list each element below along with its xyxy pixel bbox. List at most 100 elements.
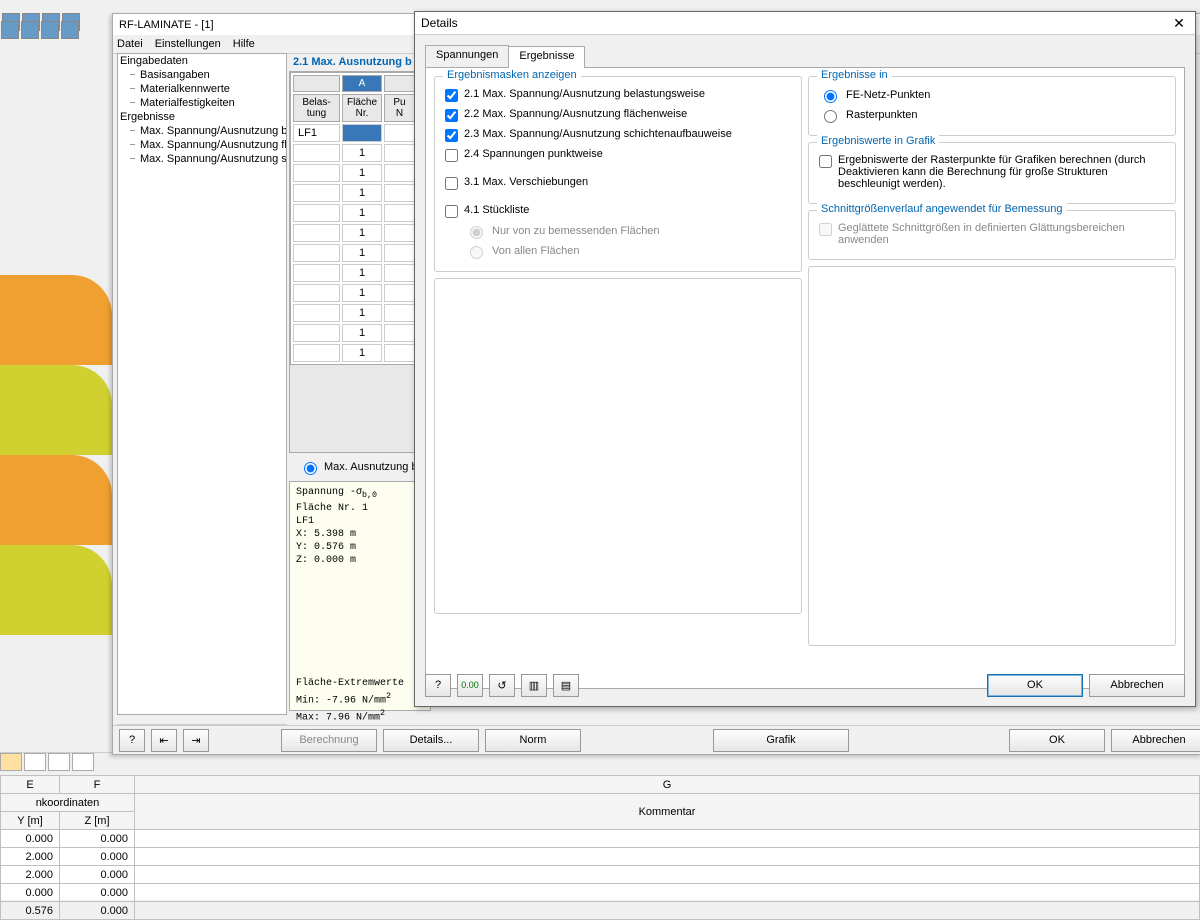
ok-button[interactable]: OK [987,674,1083,697]
check-label: 2.4 Spannungen punktweise [464,148,603,160]
check-23[interactable] [445,129,458,142]
tree-item[interactable]: Basisangaben [118,68,286,82]
cancel-button[interactable]: Abbrechen [1111,729,1200,752]
menu-hilfe[interactable]: Hilfe [233,38,255,50]
check-label: Ergebniswerte der Rasterpunkte für Grafi… [838,154,1165,190]
navigator-tree[interactable]: Eingabedaten Basisangaben Materialkennwe… [117,53,287,715]
spreadsheet[interactable]: E F G nkoordinaten Kommentar Y [m] Z [m]… [0,775,1200,900]
details-dialog: Details ✕ Spannungen Ergebnisse Ergebnis… [414,11,1196,707]
details-button[interactable]: Details... [383,729,479,752]
col-header-a[interactable]: A [342,75,382,92]
toolbar-icon[interactable] [21,21,39,39]
col-header-f[interactable]: F [60,776,135,794]
table-cell[interactable]: 1 [342,204,382,222]
sheet-cell[interactable]: 0.000 [60,866,135,884]
tree-item[interactable]: Max. Spannung/Ausnutzung sc [118,152,286,166]
fieldset-legend: Ergebniswerte in Grafik [817,135,939,147]
sheet-cell[interactable]: 0.000 [60,884,135,902]
col-header-kommentar[interactable]: Kommentar [135,794,1200,830]
table-cell[interactable]: 1 [342,344,382,362]
sheet-cell[interactable]: 0.000 [60,902,135,920]
radio-alle-flaechen [470,246,483,259]
radio-nur-bemessen [470,226,483,239]
tab-icon[interactable] [48,753,70,771]
empty-panel [434,278,802,614]
toolbar-icon[interactable] [41,21,59,39]
menu-einstellungen[interactable]: Einstellungen [155,38,221,50]
sheet-cell[interactable]: 0.000 [60,848,135,866]
next-icon[interactable]: ⇥ [183,729,209,752]
check-41[interactable] [445,205,458,218]
radio-label: Rasterpunkten [846,109,918,121]
radio-fe-netz[interactable] [824,90,837,103]
table-cell[interactable]: 1 [342,324,382,342]
table-cell[interactable]: 1 [342,264,382,282]
help-icon[interactable]: ? [119,729,145,752]
tree-group-ergebnisse[interactable]: Ergebnisse [118,110,286,124]
sheet-cell[interactable]: 0.000 [1,884,60,902]
radio-max-ausnutzung[interactable] [304,462,317,475]
tab-icon[interactable] [0,753,22,771]
grafik-button[interactable]: Grafik [713,729,849,752]
check-geglaettet [819,223,832,236]
calculate-button[interactable]: Berechnung [281,729,377,752]
col-header[interactable]: Belas- tung [293,94,340,122]
col-header-y[interactable]: Y [m] [1,812,60,830]
table-cell[interactable]: 1 [342,224,382,242]
units-icon[interactable]: 0.00 [457,674,483,697]
tab-spannungen[interactable]: Spannungen [425,45,509,67]
fieldset-legend: Ergebnismasken anzeigen [443,69,581,81]
radio-raster[interactable] [824,110,837,123]
sheet-cell[interactable]: 0.000 [60,830,135,848]
tab-ergebnisse[interactable]: Ergebnisse [508,46,585,68]
result-table[interactable]: A Belas- tung Fläche Nr. Pu N LF1 1 1 1 … [289,71,419,453]
sheet-cell[interactable]: 2.000 [1,848,60,866]
check-31[interactable] [445,177,458,190]
close-icon[interactable]: ✕ [1169,15,1189,32]
menu-datei[interactable]: Datei [117,38,143,50]
tree-item[interactable]: Max. Spannung/Ausnutzung flä [118,138,286,152]
table-cell[interactable]: 1 [342,284,382,302]
table-row-label[interactable]: LF1 [293,124,340,142]
col-header-g[interactable]: G [135,776,1200,794]
col-header[interactable]: Fläche Nr. [342,94,382,122]
check-21[interactable] [445,89,458,102]
table-cell[interactable]: 1 [342,304,382,322]
tab-icon[interactable] [24,753,46,771]
toolbar-icon[interactable] [1,21,19,39]
chart-stripe [0,545,112,635]
tree-item[interactable]: Materialkennwerte [118,82,286,96]
dialog-titlebar[interactable]: Details ✕ [415,12,1195,35]
tree-item[interactable]: Materialfestigkeiten [118,96,286,110]
tree-group-eingabedaten[interactable]: Eingabedaten [118,54,286,68]
col-header-e[interactable]: E [1,776,60,794]
table-cell[interactable]: 1 [342,164,382,182]
check-24[interactable] [445,149,458,162]
dialog-body: Ergebnismasken anzeigen 2.1 Max. Spannun… [425,67,1185,689]
table-cell-selected[interactable] [342,124,382,142]
table-cell[interactable]: 1 [342,184,382,202]
check-22[interactable] [445,109,458,122]
sheet-cell[interactable]: 0.576 [1,902,60,920]
check-label: 2.3 Max. Spannung/Ausnutzung schichtenau… [464,128,732,140]
prev-icon[interactable]: ⇤ [151,729,177,752]
sheet-cell[interactable]: 0.000 [1,830,60,848]
fieldset-legend: Schnittgrößenverlauf angewendet für Beme… [817,203,1067,215]
sheet-cell[interactable]: 2.000 [1,866,60,884]
col-header[interactable]: Pu N [384,94,415,122]
import-icon[interactable]: ▥ [521,674,547,697]
tab-icon[interactable] [72,753,94,771]
table-cell[interactable]: 1 [342,244,382,262]
cancel-button[interactable]: Abbrechen [1089,674,1185,697]
ok-button[interactable]: OK [1009,729,1105,752]
check-rasterpunkte-grafik[interactable] [819,155,832,168]
check-label: Geglättete Schnittgrößen in definierten … [838,222,1165,246]
toolbar-icon[interactable] [61,21,79,39]
help-icon[interactable]: ? [425,674,451,697]
tree-item[interactable]: Max. Spannung/Ausnutzung be [118,124,286,138]
table-cell[interactable]: 1 [342,144,382,162]
norm-button[interactable]: Norm [485,729,581,752]
reset-icon[interactable]: ↺ [489,674,515,697]
col-header-z[interactable]: Z [m] [60,812,135,830]
export-icon[interactable]: ▤ [553,674,579,697]
